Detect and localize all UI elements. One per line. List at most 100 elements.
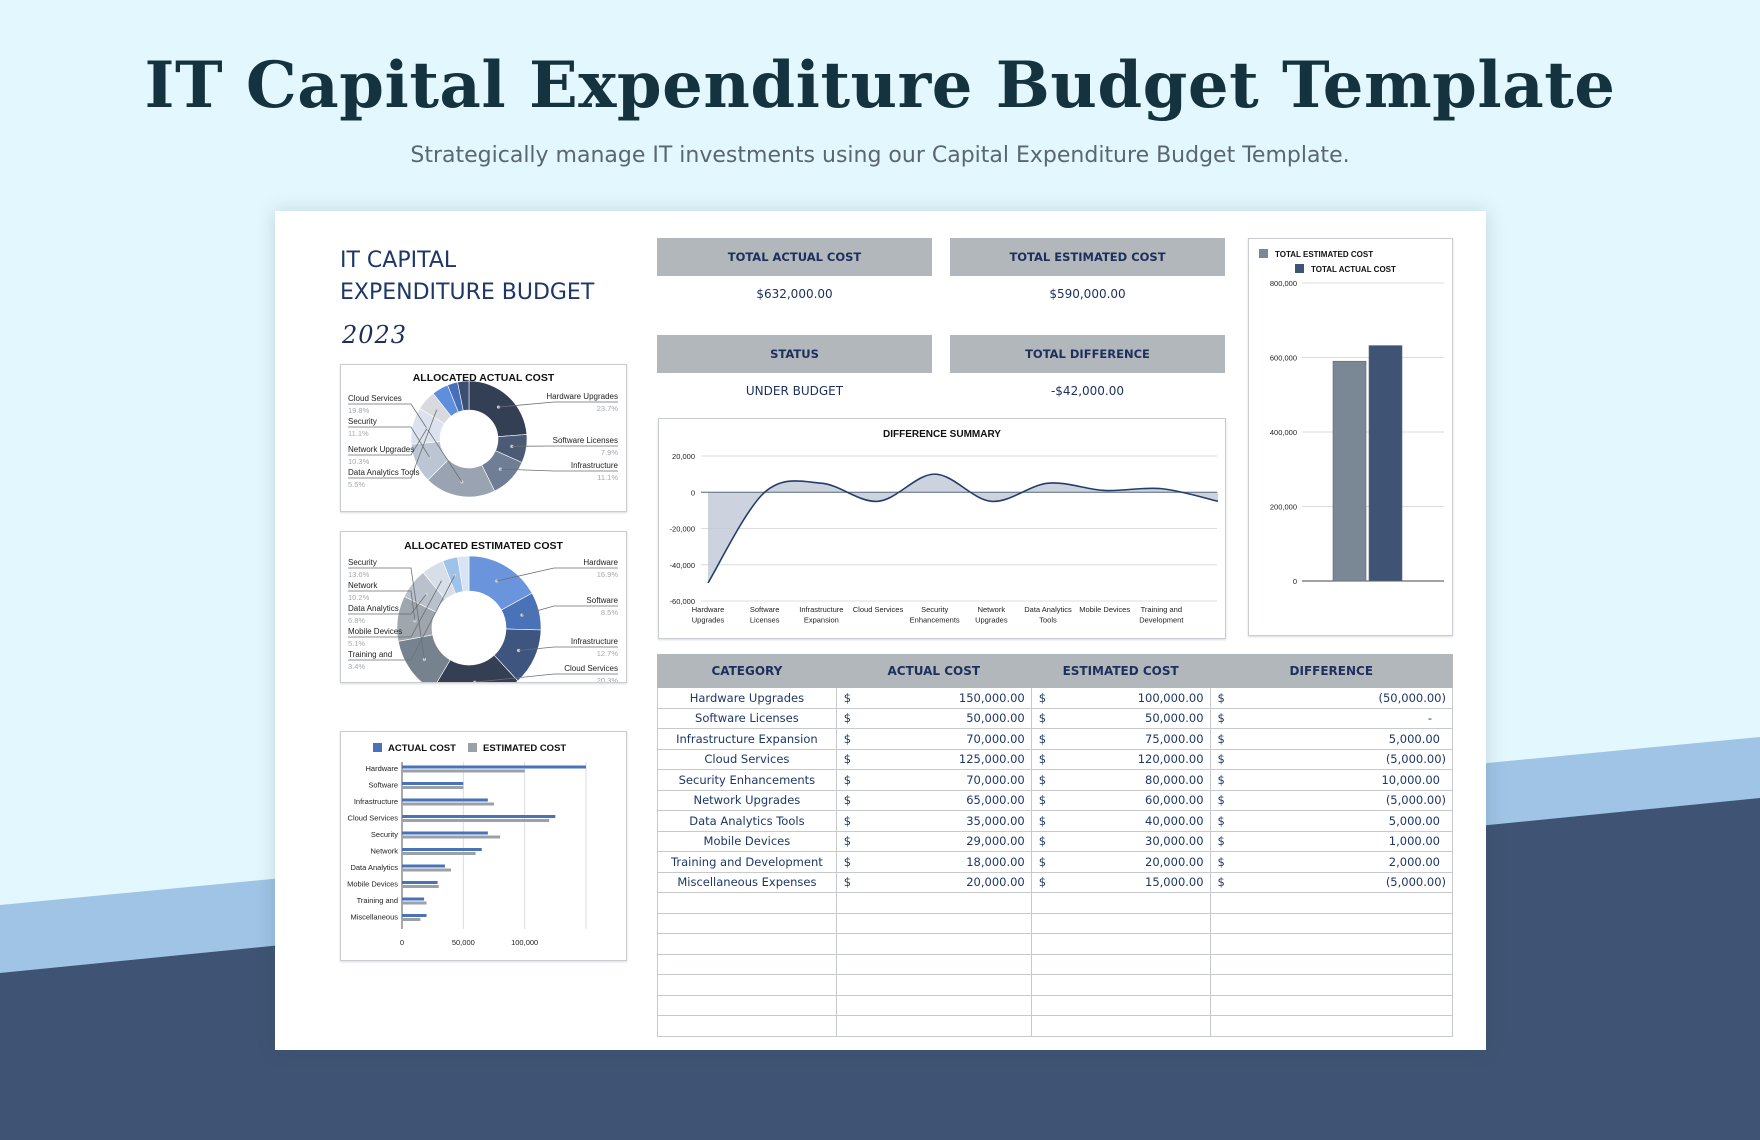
cell-category[interactable]: Network Upgrades bbox=[657, 789, 837, 811]
empty-cell[interactable] bbox=[657, 1015, 837, 1037]
empty-cell[interactable] bbox=[1030, 1015, 1211, 1037]
empty-row[interactable] bbox=[657, 1015, 1454, 1037]
empty-cell[interactable] bbox=[1209, 933, 1454, 955]
cell-category[interactable]: Security Enhancements bbox=[657, 769, 837, 791]
empty-cell[interactable] bbox=[1030, 933, 1211, 955]
cell-difference[interactable]: $ - bbox=[1209, 707, 1454, 729]
empty-cell[interactable] bbox=[1030, 974, 1211, 996]
empty-cell[interactable] bbox=[1030, 994, 1211, 1016]
empty-cell[interactable] bbox=[1209, 1015, 1454, 1037]
table-row[interactable]: Network Upgrades $65,000.00 $60,000.00 $ (5,… bbox=[657, 789, 1454, 811]
empty-cell[interactable] bbox=[657, 974, 837, 996]
cell-difference[interactable]: $1,000.00 bbox=[1209, 830, 1454, 852]
cell-difference[interactable]: $ (50,000.00) bbox=[1209, 687, 1454, 709]
table-row[interactable]: Software Licenses $50,000.00 $50,000.00 $ - bbox=[657, 707, 1454, 729]
allocated-actual-panel: ALLOCATED ACTUAL COST Hardware Upgrades 23… bbox=[340, 364, 627, 512]
cell-category[interactable]: Training and Development bbox=[657, 851, 837, 873]
cell-estimated[interactable]: $60,000.00 bbox=[1030, 789, 1211, 811]
cell-category[interactable]: Software Licenses bbox=[657, 707, 837, 729]
cell-actual[interactable]: $125,000.00 bbox=[835, 748, 1032, 770]
cell-estimated[interactable]: $100,000.00 bbox=[1030, 687, 1211, 709]
cell-actual[interactable]: $29,000.00 bbox=[835, 830, 1032, 852]
empty-cell[interactable] bbox=[835, 1015, 1032, 1037]
bar-estimated bbox=[402, 901, 427, 905]
empty-cell[interactable] bbox=[1209, 953, 1454, 975]
slice-percent: 11.1% bbox=[348, 429, 369, 438]
currency-symbol: $ bbox=[1217, 690, 1225, 705]
cell-actual[interactable]: $65,000.00 bbox=[835, 789, 1032, 811]
empty-cell[interactable] bbox=[657, 912, 837, 934]
table-row[interactable]: Miscellaneous Expenses $20,000.00 $15,000.… bbox=[657, 871, 1454, 893]
cell-difference[interactable]: $ (5,000.00) bbox=[1209, 748, 1454, 770]
currency-symbol: $ bbox=[1038, 793, 1047, 808]
cell-actual[interactable]: $18,000.00 bbox=[835, 851, 1032, 873]
cell-actual[interactable]: $150,000.00 bbox=[835, 687, 1032, 709]
cell-actual[interactable]: $20,000.00 bbox=[835, 871, 1032, 893]
empty-cell[interactable] bbox=[835, 994, 1032, 1016]
table-row[interactable]: Infrastructure Expansion $70,000.00 $75,00… bbox=[657, 728, 1454, 750]
cell-actual[interactable]: $50,000.00 bbox=[835, 707, 1032, 729]
cell-estimated[interactable]: $15,000.00 bbox=[1030, 871, 1211, 893]
empty-row[interactable] bbox=[657, 994, 1454, 1016]
empty-cell[interactable] bbox=[1209, 994, 1454, 1016]
bar-actual bbox=[402, 815, 556, 818]
table-row[interactable]: Security Enhancements $70,000.00 $80,000.0… bbox=[657, 769, 1454, 791]
cell-category[interactable]: Cloud Services bbox=[657, 748, 837, 770]
empty-row[interactable] bbox=[657, 974, 1454, 996]
empty-cell[interactable] bbox=[1030, 892, 1211, 914]
cell-estimated[interactable]: $30,000.00 bbox=[1030, 830, 1211, 852]
empty-cell[interactable] bbox=[1209, 892, 1454, 914]
empty-cell[interactable] bbox=[1209, 912, 1454, 934]
table-row[interactable]: Data Analytics Tools $35,000.00 $40,000.00… bbox=[657, 810, 1454, 832]
cell-difference[interactable]: $ (5,000.00) bbox=[1209, 789, 1454, 811]
empty-cell[interactable] bbox=[835, 933, 1032, 955]
cell-difference[interactable]: $10,000.00 bbox=[1209, 769, 1454, 791]
table-row[interactable]: Hardware Upgrades $150,000.00 $100,000.00 $… bbox=[657, 687, 1454, 709]
cell-estimated[interactable]: $50,000.00 bbox=[1030, 707, 1211, 729]
x-tick-label: Upgrades bbox=[692, 616, 725, 625]
empty-row[interactable] bbox=[657, 912, 1454, 934]
cell-estimated[interactable]: $120,000.00 bbox=[1030, 748, 1211, 770]
empty-cell[interactable] bbox=[1030, 912, 1211, 934]
table-row[interactable]: Training and Development $18,000.00 $20,00… bbox=[657, 851, 1454, 873]
empty-cell[interactable] bbox=[835, 974, 1032, 996]
empty-row[interactable] bbox=[657, 953, 1454, 975]
sheet-title-line1: IT CAPITAL bbox=[340, 248, 457, 273]
empty-cell[interactable] bbox=[657, 994, 837, 1016]
header-actual-cost: ACTUAL COST bbox=[835, 654, 1032, 688]
empty-row[interactable] bbox=[657, 933, 1454, 955]
cell-estimated[interactable]: $20,000.00 bbox=[1030, 851, 1211, 873]
empty-cell[interactable] bbox=[1209, 974, 1454, 996]
bar-actual bbox=[402, 848, 482, 851]
cell-category[interactable]: Data Analytics Tools bbox=[657, 810, 837, 832]
slice-percent: 20.3% bbox=[597, 676, 619, 682]
amount: 125,000.00 bbox=[958, 752, 1025, 767]
cell-estimated[interactable]: $40,000.00 bbox=[1030, 810, 1211, 832]
empty-cell[interactable] bbox=[835, 912, 1032, 934]
cell-difference[interactable]: $ (5,000.00) bbox=[1209, 871, 1454, 893]
cell-category[interactable]: Infrastructure Expansion bbox=[657, 728, 837, 750]
cell-category[interactable]: Hardware Upgrades bbox=[657, 687, 837, 709]
cell-difference[interactable]: $5,000.00 bbox=[1209, 810, 1454, 832]
cell-actual[interactable]: $70,000.00 bbox=[835, 769, 1032, 791]
y-tick-label: Data Analytics bbox=[350, 863, 398, 872]
empty-cell[interactable] bbox=[835, 953, 1032, 975]
cell-category[interactable]: Miscellaneous Expenses bbox=[657, 871, 837, 893]
empty-cell[interactable] bbox=[657, 953, 837, 975]
empty-row[interactable] bbox=[657, 892, 1454, 914]
empty-cell[interactable] bbox=[657, 892, 837, 914]
cell-category[interactable]: Mobile Devices bbox=[657, 830, 837, 852]
cell-estimated[interactable]: $80,000.00 bbox=[1030, 769, 1211, 791]
cell-estimated[interactable]: $75,000.00 bbox=[1030, 728, 1211, 750]
empty-cell[interactable] bbox=[1030, 953, 1211, 975]
table-row[interactable]: Mobile Devices $29,000.00 $30,000.00 $1,000… bbox=[657, 830, 1454, 852]
empty-cell[interactable] bbox=[835, 892, 1032, 914]
currency-symbol: $ bbox=[1038, 854, 1047, 869]
empty-cell[interactable] bbox=[657, 933, 837, 955]
cell-actual[interactable]: $70,000.00 bbox=[835, 728, 1032, 750]
cell-difference[interactable]: $2,000.00 bbox=[1209, 851, 1454, 873]
cell-actual[interactable]: $35,000.00 bbox=[835, 810, 1032, 832]
cell-difference[interactable]: $5,000.00 bbox=[1209, 728, 1454, 750]
allocated-estimated-chart: ALLOCATED ESTIMATED COST Hardware 16.9% Sof… bbox=[348, 540, 619, 682]
table-row[interactable]: Cloud Services $125,000.00 $120,000.00 $ (5,… bbox=[657, 748, 1454, 770]
